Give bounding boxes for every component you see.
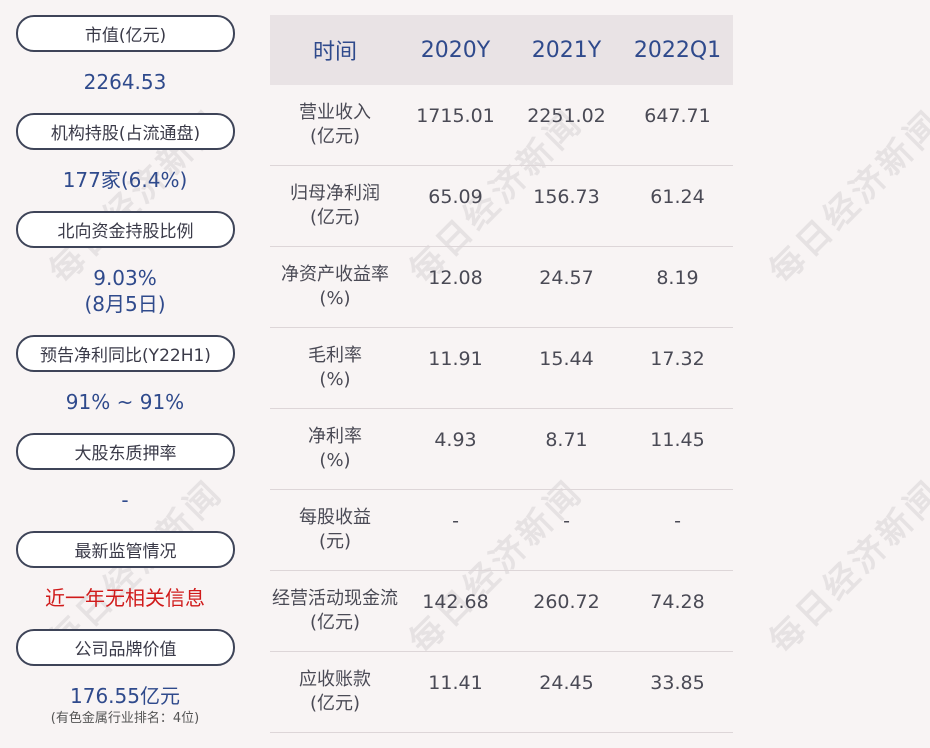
row-label: 毛利率 (%) <box>308 345 362 390</box>
northbound-holding-value: 9.03% <box>93 266 157 290</box>
table-cell: 15.44 <box>539 348 594 370</box>
table-row: 每股收益 (元) - - - <box>270 490 733 571</box>
table-cell: 2251.02 <box>527 105 606 127</box>
row-label: 营业收入 (亿元) <box>299 102 371 147</box>
table-row: 归母净利润 (亿元) 65.09 156.73 61.24 <box>270 166 733 247</box>
row-label: 每股收益 (元) <box>299 507 371 552</box>
table-row: 净利率 (%) 4.93 8.71 11.45 <box>270 409 733 490</box>
table-row: 净资产收益率 (%) 12.08 24.57 8.19 <box>270 247 733 328</box>
table-cell: 61.24 <box>650 186 705 208</box>
northbound-holding-label: 北向资金持股比例 <box>16 211 235 248</box>
table-cell: 8.19 <box>656 267 699 289</box>
table-cell: 17.32 <box>650 348 705 370</box>
table-cell: 12.08 <box>428 267 483 289</box>
table-row: 经营活动现金流 (亿元) 142.68 260.72 74.28 <box>270 571 733 652</box>
financial-table: 时间 2020Y 2021Y 2022Q1 营业收入 (亿元) 1715.01 2… <box>270 15 733 733</box>
table-cell: - <box>563 510 570 532</box>
table-cell: 156.73 <box>533 186 600 208</box>
table-cell: 142.68 <box>422 591 489 613</box>
table-cell: 11.45 <box>650 429 705 451</box>
watermark: 每日经济新闻 <box>761 102 930 292</box>
regulatory-status-label: 最新监管情况 <box>16 531 235 568</box>
pledge-rate-value: - <box>121 488 129 512</box>
forecast-profit-value: 91% ~ 91% <box>65 390 185 414</box>
row-label: 净资产收益率 (%) <box>281 264 389 309</box>
table-cell: 65.09 <box>428 186 483 208</box>
header-2020y: 2020Y <box>420 37 491 63</box>
table-cell: 11.91 <box>428 348 483 370</box>
market-cap-value: 2264.53 <box>83 70 167 94</box>
market-cap-label: 市值(亿元) <box>16 15 235 52</box>
table-cell: 647.71 <box>644 105 711 127</box>
table-cell: 8.71 <box>545 429 588 451</box>
table-row: 营业收入 (亿元) 1715.01 2251.02 647.71 <box>270 85 733 166</box>
row-label: 净利率 (%) <box>308 426 362 471</box>
institutional-holding-label: 机构持股(占流通盘) <box>16 113 235 150</box>
header-time: 时间 <box>312 40 357 65</box>
watermark: 每日经济新闻 <box>761 472 930 662</box>
brand-value-label: 公司品牌价值 <box>16 629 235 666</box>
northbound-holding-date: (8月5日) <box>84 292 166 316</box>
table-cell: 11.41 <box>428 672 483 694</box>
table-cell: 24.45 <box>539 672 594 694</box>
header-2022q1: 2022Q1 <box>633 37 722 63</box>
table-cell: - <box>674 510 681 532</box>
institutional-holding-value: 177家(6.4%) <box>62 168 188 192</box>
table-cell: 33.85 <box>650 672 705 694</box>
row-label: 应收账款 (亿元) <box>299 669 371 714</box>
row-label: 归母净利润 (亿元) <box>290 183 380 228</box>
table-cell: 74.28 <box>650 591 705 613</box>
table-cell: - <box>452 510 459 532</box>
table-row: 应收账款 (亿元) 11.41 24.45 33.85 <box>270 652 733 733</box>
forecast-profit-label: 预告净利同比(Y22H1) <box>16 335 235 372</box>
table-cell: 4.93 <box>434 429 477 451</box>
row-label: 经营活动现金流 (亿元) <box>272 588 398 633</box>
table-cell: 24.57 <box>539 267 594 289</box>
header-2021y: 2021Y <box>531 37 602 63</box>
table-cell: 260.72 <box>533 591 600 613</box>
table-cell: 1715.01 <box>416 105 495 127</box>
pledge-rate-label: 大股东质押率 <box>16 433 235 470</box>
brand-value-value: 176.55亿元 <box>70 684 180 708</box>
brand-value-rank-note: (有色金属行业排名：4位) <box>50 711 200 726</box>
table-header: 时间 2020Y 2021Y 2022Q1 <box>270 15 733 85</box>
table-row: 毛利率 (%) 11.91 15.44 17.32 <box>270 328 733 409</box>
regulatory-status-value: 近一年无相关信息 <box>45 586 205 610</box>
